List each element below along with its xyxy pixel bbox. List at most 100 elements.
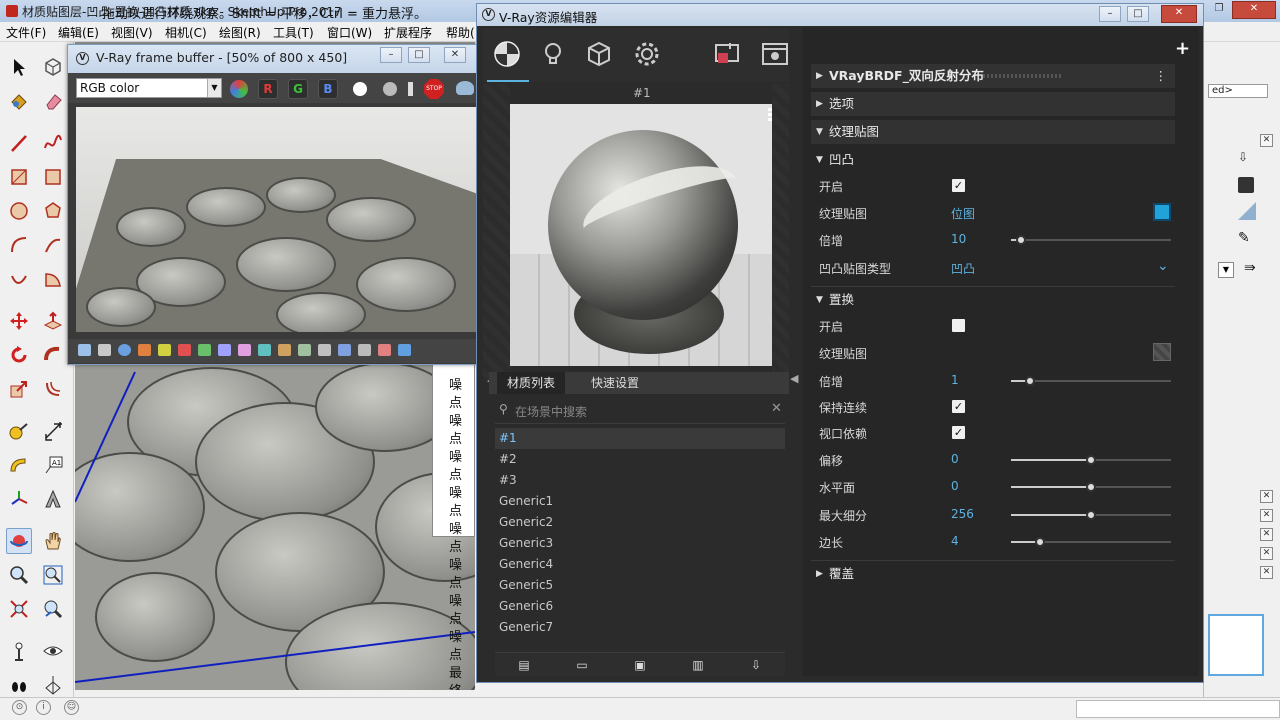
menu-tools[interactable]: 工具(T) — [273, 24, 314, 41]
vfb-tool-icon[interactable] — [98, 344, 111, 356]
tab-quick-settings[interactable]: 快速设置 — [581, 372, 649, 394]
tray-close-icon[interactable]: ✕ — [1260, 490, 1273, 503]
measurements-input[interactable] — [1076, 700, 1280, 718]
tray-model-icon[interactable] — [1238, 177, 1254, 193]
list-item[interactable]: Generic4 — [495, 554, 785, 575]
teapot-render-icon[interactable] — [456, 81, 474, 95]
rotate-tool-icon[interactable] — [6, 342, 32, 368]
menu-camera[interactable]: 相机(C) — [165, 24, 207, 41]
menu-window[interactable]: 窗口(W) — [327, 24, 372, 41]
collapse-middle-icon[interactable]: ◀ — [790, 372, 798, 385]
red-channel-button[interactable]: R — [258, 79, 278, 99]
settings-gear-icon[interactable] — [629, 36, 665, 72]
tab-material-list[interactable]: 材质列表 — [497, 372, 566, 394]
disp-multiplier-value[interactable]: 1 — [951, 373, 959, 387]
vfb-tool-icon[interactable] — [198, 344, 211, 356]
menu-file[interactable]: 文件(F) — [6, 24, 46, 41]
push-pull-icon[interactable] — [40, 308, 66, 334]
more-vertical-icon[interactable]: ⋮ — [1155, 64, 1168, 88]
vfb-tool-icon[interactable] — [178, 344, 191, 356]
line-tool-icon[interactable] — [6, 130, 32, 156]
menu-help[interactable]: 帮助( — [446, 24, 475, 41]
move-tool-icon[interactable] — [6, 308, 32, 334]
open-folder-icon[interactable]: ▭ — [575, 658, 589, 672]
two-point-arc-icon[interactable] — [40, 232, 66, 258]
menu-view[interactable]: 视图(V) — [111, 24, 153, 41]
vfb-tool-icon[interactable] — [398, 344, 411, 356]
previous-view-icon[interactable] — [40, 596, 66, 622]
su-restore-icon[interactable]: ❐ — [1210, 2, 1228, 18]
list-item[interactable]: Generic1 — [495, 491, 785, 512]
vfb-tool-icon[interactable] — [218, 344, 231, 356]
vfb-maximize-button[interactable]: □ — [408, 47, 430, 63]
tray-export-icon[interactable]: ⇩ — [1238, 150, 1252, 164]
water-level-value[interactable]: 0 — [951, 479, 959, 493]
chevron-down-icon[interactable]: ⌄ — [1157, 258, 1169, 274]
list-item[interactable]: #3 — [495, 470, 785, 491]
slider-knob[interactable] — [1086, 455, 1096, 465]
materials-category-icon[interactable] — [489, 36, 525, 72]
blue-channel-button[interactable]: B — [318, 79, 338, 99]
bump-multiplier-slider[interactable] — [1011, 235, 1171, 245]
slider-knob[interactable] — [1025, 376, 1035, 386]
position-camera-icon[interactable] — [6, 638, 32, 664]
dimension-icon[interactable] — [40, 418, 66, 444]
frame-buffer-icon[interactable] — [757, 36, 793, 72]
slider-knob[interactable] — [1086, 510, 1096, 520]
vfb-tool-icon[interactable] — [78, 344, 91, 356]
vfb-tool-icon[interactable] — [358, 344, 371, 356]
shift-value[interactable]: 0 — [951, 452, 959, 466]
bump-type-select[interactable]: 凹凸 — [951, 260, 975, 277]
asset-editor-close-button[interactable]: ✕ — [1161, 5, 1197, 23]
rectangle-icon[interactable] — [6, 164, 32, 190]
circle-icon[interactable] — [6, 198, 32, 224]
geo-location-icon[interactable]: ⊙ — [12, 700, 27, 715]
arc-icon[interactable] — [6, 232, 32, 258]
list-item[interactable]: Generic7 — [495, 617, 785, 638]
bump-multiplier-value[interactable]: 10 — [951, 232, 966, 246]
render-interactive-icon[interactable] — [709, 36, 745, 72]
material-search[interactable]: ⚲ 在场景中搜索 ✕ — [495, 398, 785, 424]
zoom-icon[interactable] — [6, 562, 32, 588]
tray-close-icon[interactable]: ✕ — [1260, 566, 1273, 579]
user-icon[interactable]: ☺ — [64, 700, 79, 715]
tray-arrow-icon[interactable]: ⇛ — [1244, 260, 1256, 276]
import-icon[interactable]: ⇩ — [749, 658, 763, 672]
section-brdf[interactable]: ▶ VRayBRDF_双向反射分布 ⋮ — [811, 64, 1175, 88]
section-maps[interactable]: ▼ 纹理贴图 — [811, 120, 1175, 144]
vfb-tool-icon[interactable] — [258, 344, 271, 356]
eraser-icon[interactable] — [40, 88, 66, 114]
menu-draw[interactable]: 绘图(R) — [219, 24, 261, 41]
new-file-icon[interactable]: ▤ — [517, 658, 531, 672]
info-icon[interactable] — [118, 344, 131, 356]
stop-render-icon[interactable]: STOP — [424, 79, 444, 99]
credits-icon[interactable]: i — [36, 700, 51, 715]
slider-knob[interactable] — [1086, 482, 1096, 492]
view-dependent-checkbox[interactable]: ✓ — [952, 426, 965, 439]
keep-continuity-checkbox[interactable]: ✓ — [952, 400, 965, 413]
bump-texture-slot-icon[interactable] — [1153, 203, 1171, 221]
list-item[interactable]: #1 — [495, 428, 785, 449]
vfb-tool-icon[interactable] — [278, 344, 291, 356]
lights-category-icon[interactable] — [535, 36, 571, 72]
offset-icon[interactable] — [40, 376, 66, 402]
vfb-tool-icon[interactable] — [318, 344, 331, 356]
edge-length-slider[interactable] — [1011, 537, 1171, 547]
make-component-icon[interactable] — [40, 54, 66, 80]
vfb-tool-icon[interactable] — [338, 344, 351, 356]
slider-knob[interactable] — [1016, 235, 1026, 245]
tray-close-icon[interactable]: ✕ — [1260, 134, 1273, 147]
three-point-arc-icon[interactable] — [6, 266, 32, 292]
vfb-tool-icon[interactable] — [238, 344, 251, 356]
disp-enable-checkbox[interactable] — [952, 319, 965, 332]
su-close-button[interactable]: ✕ — [1232, 1, 1276, 19]
rotated-rectangle-icon[interactable] — [40, 164, 66, 190]
protractor-icon[interactable] — [6, 452, 32, 478]
white-circle-icon[interactable] — [353, 82, 367, 96]
pan-hand-icon[interactable] — [40, 528, 66, 554]
clear-search-icon[interactable]: ✕ — [771, 401, 782, 416]
drag-handle-icon[interactable] — [983, 74, 1063, 78]
save-icon[interactable]: ▣ — [633, 658, 647, 672]
green-channel-button[interactable]: G — [288, 79, 308, 99]
menu-extensions[interactable]: 扩展程序 — [384, 24, 432, 41]
